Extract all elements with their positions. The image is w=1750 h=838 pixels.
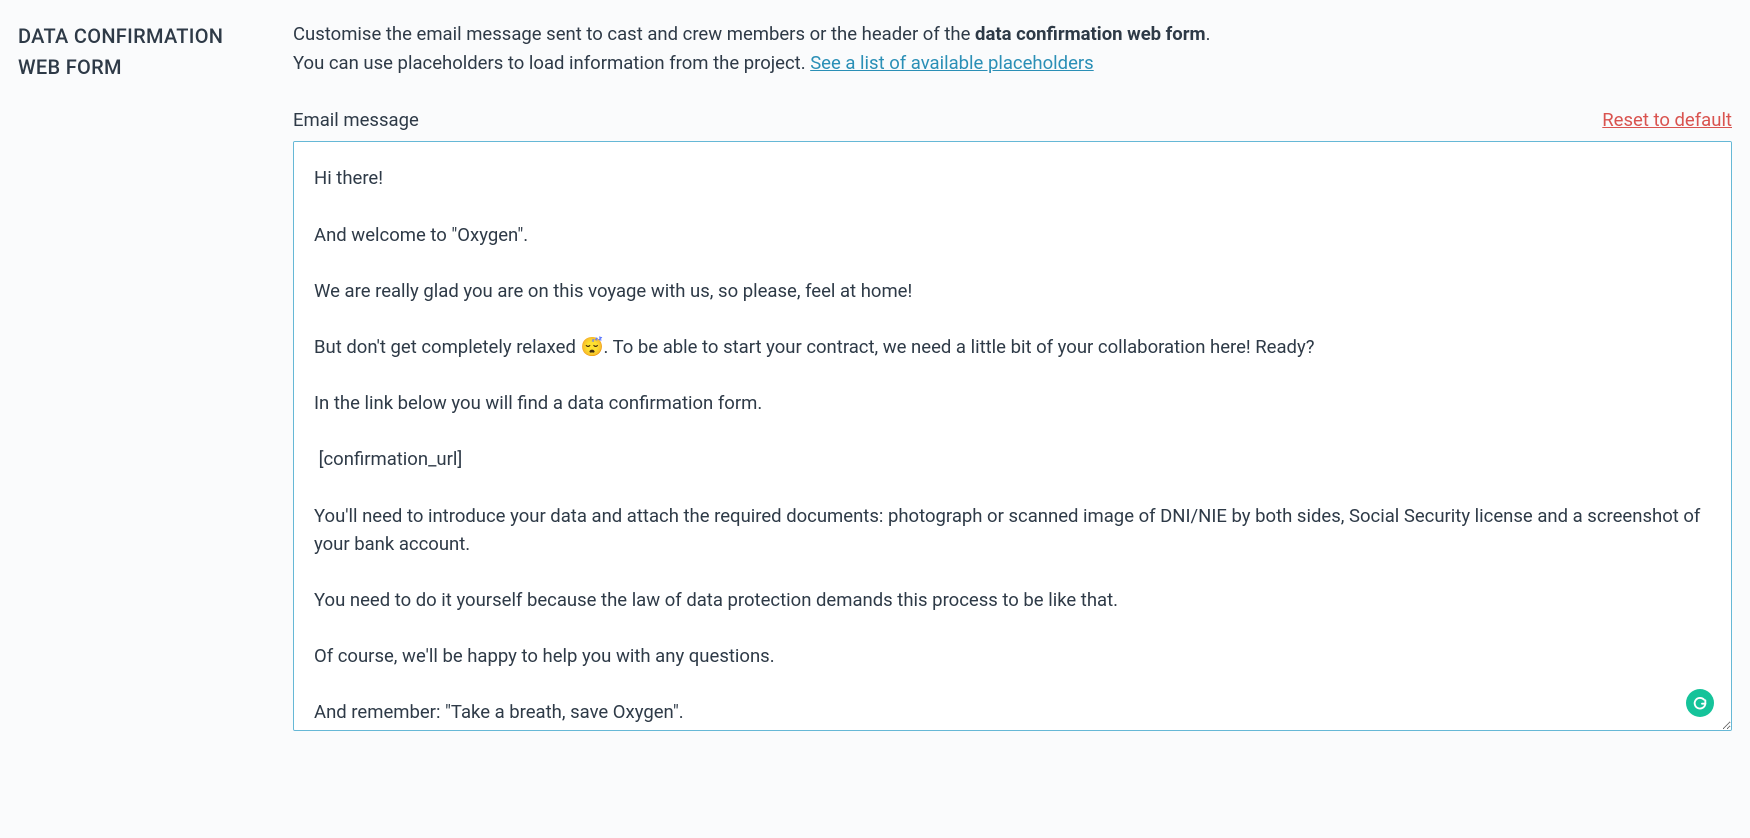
description-bold: data confirmation web form xyxy=(975,23,1206,45)
placeholders-link[interactable]: See a list of available placeholders xyxy=(810,52,1094,74)
reset-to-default-link[interactable]: Reset to default xyxy=(1602,109,1732,131)
description-line1-suffix: . xyxy=(1206,23,1211,45)
description-line1-prefix: Customise the email message sent to cast… xyxy=(293,23,975,45)
description-line2-prefix: You can use placeholders to load informa… xyxy=(293,52,810,74)
section-title: DATA CONFIRMATION WEB FORM xyxy=(18,20,253,735)
email-message-label: Email message xyxy=(293,109,419,131)
email-message-textarea[interactable] xyxy=(293,141,1732,731)
description-text: Customise the email message sent to cast… xyxy=(293,20,1732,77)
